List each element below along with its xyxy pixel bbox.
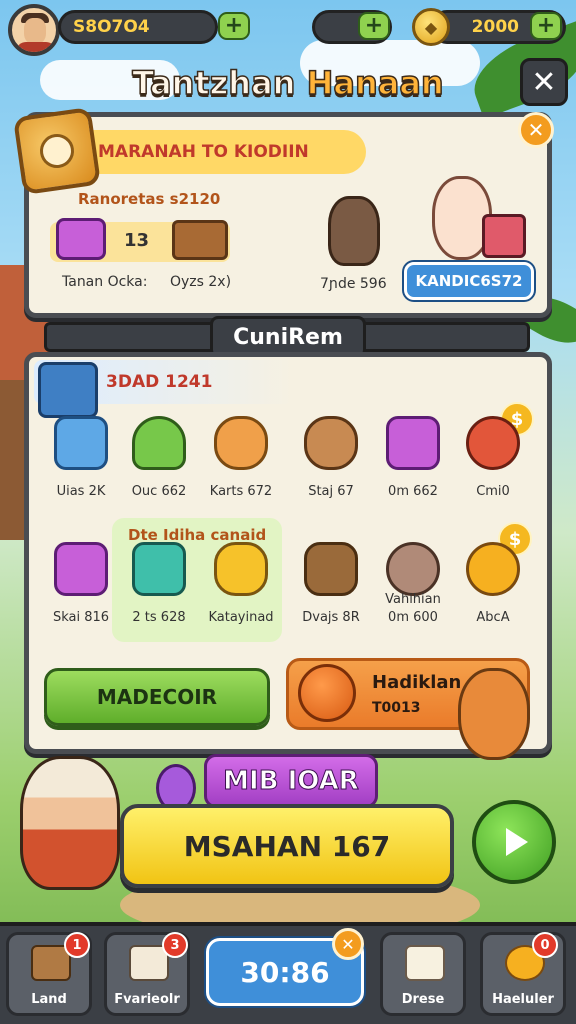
- bottom-nav: Land 1 Fvarieolr 3 30:86 ✕ Drese Haelule…: [0, 922, 576, 1024]
- shop-item[interactable]: Ouc 662: [116, 408, 202, 518]
- quest-claim-button[interactable]: KANDIC6S72: [404, 262, 534, 300]
- shop-item[interactable]: Karts 672: [198, 408, 284, 518]
- shop-item-label: Ouc 662: [131, 484, 187, 499]
- mib-ioar-button[interactable]: MIB IOAR: [204, 754, 378, 808]
- farmer-character-icon: [20, 756, 120, 890]
- shop-item-label: Skai 816: [52, 610, 110, 625]
- score-bar: S8O7O4: [58, 10, 218, 44]
- card-title: Hadiklan: [372, 672, 462, 693]
- play-icon: [506, 828, 528, 856]
- bird-icon: [466, 416, 520, 470]
- squirrel-icon: [328, 196, 380, 266]
- nav-label: Drese: [401, 992, 445, 1007]
- shop-item[interactable]: Staj 67: [288, 408, 374, 518]
- fox-coin-icon: [298, 664, 356, 722]
- quest-close-button[interactable]: ✕: [518, 112, 554, 148]
- madecoir-button[interactable]: MADECOIR: [44, 668, 270, 726]
- log-icon: [304, 542, 358, 596]
- shop-item-extra: Vahihian: [385, 592, 441, 607]
- shop-item[interactable]: 0m 662: [370, 408, 456, 518]
- score-value: S8O7O4: [73, 17, 150, 37]
- card-value: T0013: [372, 700, 421, 716]
- shop-item-label: Cmi0: [476, 484, 510, 499]
- msahan-button[interactable]: MSAHAN 167: [120, 804, 454, 888]
- shop-item[interactable]: Uias 2K: [38, 408, 124, 518]
- quest-emblem-icon: [12, 106, 102, 196]
- chest-icon: [54, 542, 108, 596]
- coin-icon: ◆: [412, 8, 450, 46]
- mouse-icon: [386, 542, 440, 596]
- reward-count: 13: [124, 230, 150, 251]
- shop-item-label: 0m 600: [388, 610, 438, 625]
- add-gems-button[interactable]: +: [358, 12, 390, 40]
- quest-subtitle: Ranoretas s2120: [78, 190, 221, 208]
- shop-item[interactable]: Dvajs 8R: [288, 534, 374, 644]
- shop-item-label: AbcA: [476, 610, 510, 625]
- machine-icon: [54, 416, 108, 470]
- nav-badge: 1: [64, 932, 90, 958]
- fox-mascot-icon: [458, 668, 530, 760]
- shop-item[interactable]: Katayinad: [198, 534, 284, 644]
- cheese-icon: [214, 542, 268, 596]
- shop-item-label: Staj 67: [308, 484, 354, 499]
- play-button[interactable]: [472, 800, 556, 884]
- add-coins-button[interactable]: +: [530, 12, 562, 40]
- shop-item-label: Dvajs 8R: [302, 610, 360, 625]
- paper-icon: [405, 945, 445, 981]
- shop-item[interactable]: Vahihian 0m 600: [370, 534, 456, 644]
- plant-icon: [132, 416, 186, 470]
- fruit-icon: [466, 542, 520, 596]
- crate-icon: [172, 220, 228, 260]
- avatar-suit: [16, 42, 56, 52]
- shop-item-label: Karts 672: [209, 484, 273, 499]
- shop-item[interactable]: AbcA: [450, 534, 536, 644]
- quest-footer-left: Tanan Ocka:: [62, 274, 148, 290]
- chest-icon: [56, 218, 106, 260]
- nav-label: Fvarieolr: [114, 992, 180, 1007]
- add-score-button[interactable]: +: [218, 12, 250, 40]
- shop-item-label: 0m 662: [388, 484, 438, 499]
- shop-item[interactable]: Cmi0: [450, 408, 536, 518]
- gift-box-icon: [482, 214, 526, 258]
- shop-item-label: 2 ts 628: [132, 610, 186, 625]
- shop-item[interactable]: Skai 816: [38, 534, 124, 644]
- quest-footer-mid: Oyzs 2x): [170, 274, 232, 290]
- coin-value: 2000: [471, 17, 519, 37]
- shop-item[interactable]: 2 ts 628: [116, 534, 202, 644]
- shop-icon: [386, 416, 440, 470]
- close-button[interactable]: ✕: [520, 58, 568, 106]
- nav-badge: 3: [162, 932, 188, 958]
- gift-icon: [132, 542, 186, 596]
- shop-header: 3DAD 1241: [106, 372, 213, 392]
- timer-close-button[interactable]: ✕: [332, 928, 364, 960]
- cat-icon: [214, 416, 268, 470]
- bear-icon: [304, 416, 358, 470]
- shop-item-label: Katayinad: [208, 610, 274, 625]
- nav-label: Land: [31, 992, 67, 1007]
- title-part-1: Tantzhan: [132, 63, 307, 103]
- player-avatar[interactable]: [8, 4, 60, 56]
- shop-item-label: Uias 2K: [56, 484, 106, 499]
- nav-drese[interactable]: Drese: [380, 932, 466, 1016]
- title-part-2: Hanaan: [306, 63, 445, 103]
- page-title: Tantzhan Hanaan: [0, 63, 576, 103]
- nav-label: Haeluler: [492, 992, 554, 1007]
- avatar-face: [24, 18, 46, 44]
- quest-footer-right: 7ɲde 596: [320, 276, 387, 292]
- nav-badge: 0: [532, 932, 558, 958]
